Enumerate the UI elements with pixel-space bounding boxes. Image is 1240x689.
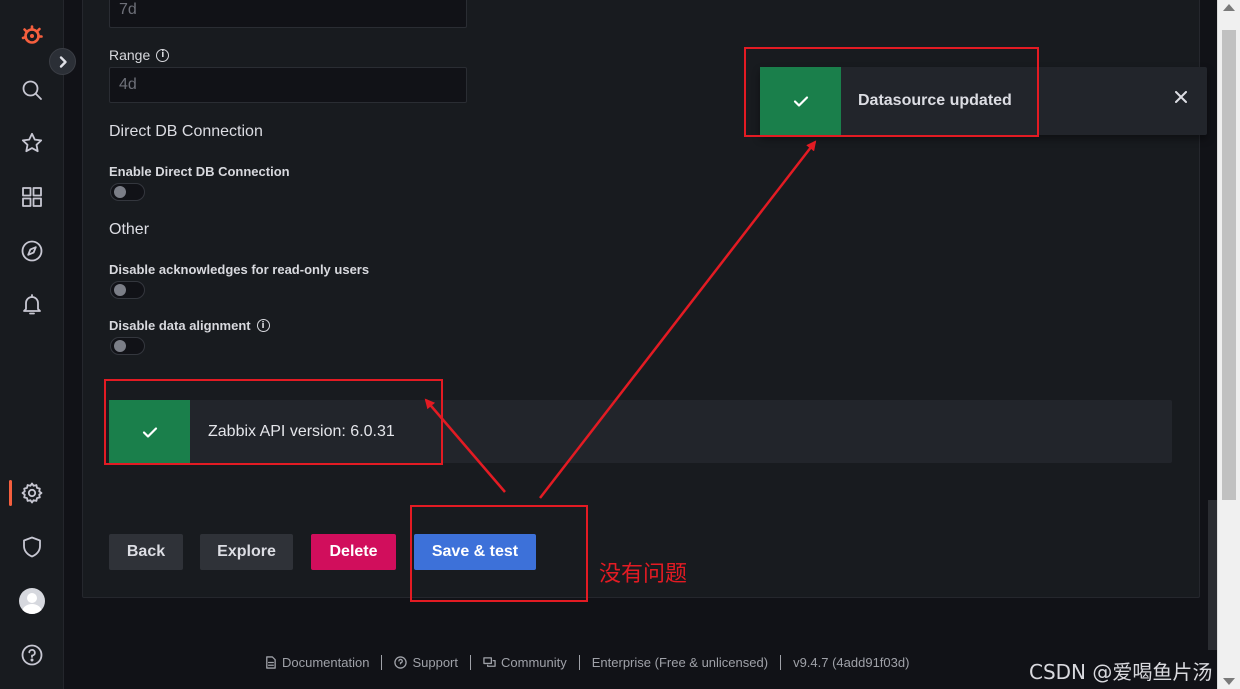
- browser-scrollbar[interactable]: [1217, 0, 1240, 689]
- direct-db-section-title: Direct DB Connection: [109, 123, 263, 140]
- bell-icon[interactable]: [18, 290, 46, 318]
- disable-acknowledges-label: Disable acknowledges for read-only users: [109, 262, 370, 277]
- search-icon[interactable]: [18, 76, 46, 104]
- active-indicator: [9, 480, 12, 506]
- chevron-right-icon: [59, 55, 67, 68]
- info-icon[interactable]: i: [156, 48, 170, 62]
- expand-sidebar-button[interactable]: [49, 48, 76, 75]
- footer-version: v9.4.7 (4add91f03d): [793, 654, 910, 670]
- scroll-up-arrow[interactable]: [1223, 4, 1235, 11]
- footer-enterprise-link[interactable]: Enterprise (Free & unlicensed): [592, 655, 768, 670]
- grafana-logo-icon[interactable]: [18, 22, 46, 50]
- scroll-thumb[interactable]: [1222, 30, 1236, 500]
- avatar[interactable]: [19, 588, 45, 614]
- document-icon: [266, 655, 276, 669]
- disable-acknowledges-toggle[interactable]: [110, 281, 145, 299]
- sidebar: [0, 0, 76, 689]
- question-circle-icon: [394, 655, 408, 669]
- delete-button[interactable]: Delete: [311, 534, 396, 570]
- enable-direct-db-toggle[interactable]: [110, 183, 145, 201]
- gear-icon[interactable]: [18, 479, 46, 507]
- back-button[interactable]: Back: [109, 534, 183, 570]
- watermark: CSDN @爱喝鱼片汤: [1029, 660, 1213, 684]
- footer-documentation-link[interactable]: Documentation: [264, 655, 369, 670]
- enable-direct-db-label: Enable Direct DB Connection: [109, 164, 290, 179]
- scroll-down-arrow[interactable]: [1223, 678, 1235, 685]
- other-section-title: Other: [109, 221, 150, 238]
- ttl-input[interactable]: [109, 0, 467, 28]
- info-icon[interactable]: i: [256, 319, 270, 332]
- annotation-note: 没有问题: [599, 562, 688, 587]
- disable-alignment-toggle[interactable]: [110, 337, 145, 355]
- annotation-box-save: [410, 505, 588, 602]
- footer: Documentation Support Community Enterpri…: [264, 652, 909, 672]
- comments-icon: [483, 656, 496, 667]
- explore-button[interactable]: Explore: [200, 534, 293, 570]
- compass-icon[interactable]: [18, 237, 46, 265]
- close-icon[interactable]: [1173, 89, 1189, 105]
- footer-support-link[interactable]: Support: [394, 655, 458, 670]
- star-icon[interactable]: [18, 129, 46, 157]
- dashboards-icon[interactable]: [18, 183, 46, 211]
- disable-alignment-label: Disable data alignment i: [109, 318, 270, 333]
- footer-community-link[interactable]: Community: [483, 655, 567, 670]
- annotation-box-toast: [744, 47, 1039, 137]
- range-label: Range i: [109, 47, 170, 63]
- page-scrollbar-thumb[interactable]: [1208, 500, 1217, 650]
- help-icon[interactable]: [18, 641, 46, 669]
- shield-icon[interactable]: [18, 533, 46, 561]
- annotation-box-alert: [104, 379, 443, 465]
- range-input[interactable]: [109, 67, 467, 103]
